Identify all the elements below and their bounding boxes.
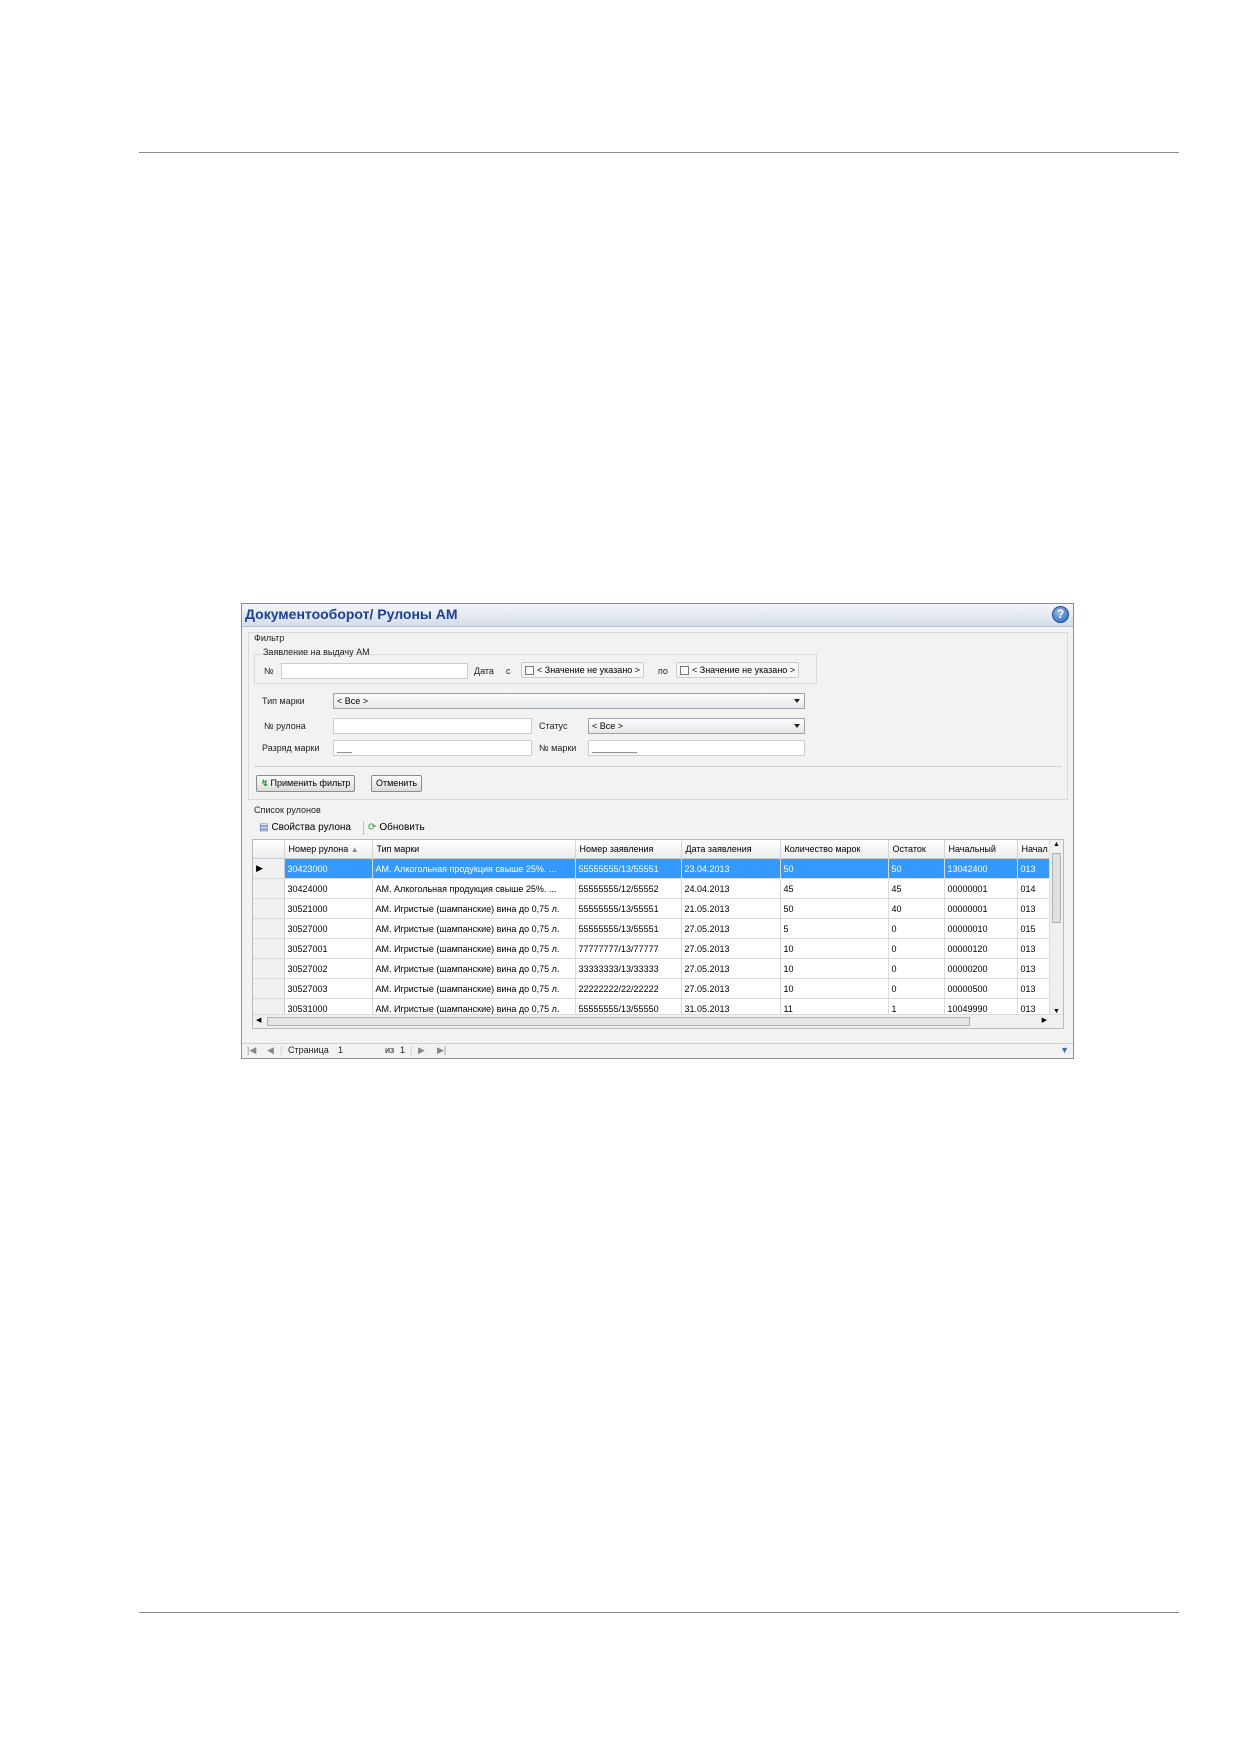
vertical-scroll-thumb[interactable] (1052, 853, 1061, 923)
pager-separator: | (280, 1045, 283, 1055)
last-page-icon[interactable]: ▶| (437, 1045, 446, 1056)
mark-number-label: № марки (539, 743, 577, 753)
column-header-mark-count[interactable]: Количество марок (780, 840, 889, 859)
current-row-icon: ▶ (256, 863, 263, 873)
title-bar: Документооборот/ Рулоны АМ ? (242, 604, 1073, 627)
table-row[interactable]: 30521000 АМ. Игристые (шампанские) вина д… (253, 898, 1054, 919)
row-indicator (253, 898, 285, 919)
footer-rule (139, 1612, 1179, 1613)
mark-type-select[interactable]: < Все > (333, 693, 805, 709)
rolls-window: Документооборот/ Рулоны АМ ? Фильтр Заяв… (241, 603, 1074, 1059)
refresh-filter-icon: ↯ (261, 778, 269, 788)
column-header-mark-type[interactable]: Тип марки (372, 840, 576, 859)
row-indicator (253, 918, 285, 939)
horizontal-scrollbar[interactable]: ◀ ▶ (253, 1014, 1063, 1028)
chevron-down-icon (794, 699, 800, 703)
date-from-field[interactable]: < Значение не указано > (521, 662, 644, 678)
properties-icon: ▤ (259, 822, 269, 833)
row-indicator (253, 958, 285, 979)
prev-page-icon[interactable]: ◀ (267, 1045, 274, 1056)
cancel-filter-button[interactable]: Отменить (371, 775, 423, 792)
row-indicator (253, 938, 285, 959)
table-row[interactable]: ▶ 30423000 АМ. Алкогольная продукция свыш… (253, 858, 1054, 879)
column-header-start[interactable]: Начальный (944, 840, 1018, 859)
list-legend: Список рулонов (254, 805, 321, 815)
scroll-up-icon[interactable]: ▲ (1053, 841, 1060, 848)
apply-filter-button[interactable]: ↯ Применить фильтр (256, 775, 356, 792)
table-row[interactable]: 30527001 АМ. Игристые (шампанские) вина д… (253, 938, 1054, 959)
roll-number-label: № рулона (264, 721, 306, 731)
column-header-application-date[interactable]: Дата заявления (681, 840, 781, 859)
sort-ascending-icon: ▲ (350, 845, 359, 854)
roll-number-input[interactable] (333, 718, 532, 734)
table-row[interactable]: 30424000 АМ. Алкогольная продукция свыше … (253, 878, 1054, 899)
date-to-checkbox[interactable] (680, 666, 689, 675)
column-header-roll-number[interactable]: Номер рулона ▲ (284, 840, 373, 859)
date-to-value: < Значение не указано > (692, 665, 796, 675)
table-row[interactable]: 30527003 АМ. Игристые (шампанские) вина д… (253, 978, 1054, 999)
application-legend: Заявление на выдачу АМ (263, 647, 370, 657)
mark-type-label: Тип марки (262, 696, 305, 706)
column-header-start-series[interactable]: Начал (1017, 840, 1054, 859)
header-row: Номер рулона ▲ Тип марки Номер заявления… (253, 840, 1054, 859)
mark-digit-input[interactable]: ___ (333, 740, 532, 756)
pager-bar: |◀ ◀ | Страница 1 из 1 | ▶ ▶| ▼ (242, 1043, 1073, 1058)
refresh-button[interactable]: ⟳ Обновить (368, 822, 425, 833)
status-label: Статус (539, 721, 568, 731)
next-page-icon[interactable]: ▶ (418, 1045, 425, 1056)
number-label: № (264, 666, 274, 676)
first-page-icon[interactable]: |◀ (247, 1045, 256, 1056)
of-label: из (385, 1045, 395, 1055)
date-from-label: с (506, 666, 511, 676)
date-label: Дата (474, 666, 494, 676)
refresh-icon: ⟳ (368, 822, 377, 833)
row-indicator (253, 878, 285, 899)
row-indicator (253, 978, 285, 999)
pager-separator: | (410, 1045, 413, 1055)
date-from-checkbox[interactable] (525, 666, 534, 675)
scroll-left-icon[interactable]: ◀ (256, 1016, 261, 1024)
date-to-field[interactable]: < Значение не указано > (676, 662, 799, 678)
filter-divider (254, 766, 1062, 767)
toolbar-separator (363, 821, 364, 835)
filter-funnel-icon[interactable]: ▼ (1060, 1045, 1069, 1055)
header-rule (139, 152, 1179, 153)
scroll-right-icon[interactable]: ▶ (1042, 1016, 1047, 1024)
vertical-scrollbar[interactable]: ▲ ▼ (1049, 840, 1063, 1016)
mark-number-input[interactable]: _________ (588, 740, 805, 756)
chevron-down-icon (794, 724, 800, 728)
table-row[interactable]: 30527002 АМ. Игристые (шампанские) вина д… (253, 958, 1054, 979)
status-select[interactable]: < Все > (588, 718, 805, 734)
mark-digit-label: Разряд марки (262, 743, 320, 753)
horizontal-scroll-thumb[interactable] (267, 1017, 970, 1026)
application-number-input[interactable] (281, 663, 468, 679)
filter-legend: Фильтр (254, 633, 285, 643)
column-header-remainder[interactable]: Остаток (888, 840, 945, 859)
total-pages: 1 (400, 1045, 406, 1055)
rolls-table: Номер рулона ▲ Тип марки Номер заявления… (253, 840, 1054, 1019)
page-label: Страница (288, 1045, 329, 1055)
roll-properties-button[interactable]: ▤ Свойства рулона (259, 822, 351, 833)
window-title: Документооборот/ Рулоны АМ (245, 606, 458, 622)
help-icon[interactable]: ? (1052, 606, 1069, 623)
page-number-input[interactable]: 1 (338, 1045, 343, 1055)
date-from-value: < Значение не указано > (537, 665, 641, 675)
column-header-application-number[interactable]: Номер заявления (575, 840, 682, 859)
indicator-header (253, 840, 285, 859)
rolls-grid: Номер рулона ▲ Тип марки Номер заявления… (252, 839, 1064, 1029)
date-to-label: по (658, 666, 668, 676)
table-row[interactable]: 30527000 АМ. Игристые (шампанские) вина д… (253, 918, 1054, 939)
row-indicator: ▶ (253, 858, 285, 879)
